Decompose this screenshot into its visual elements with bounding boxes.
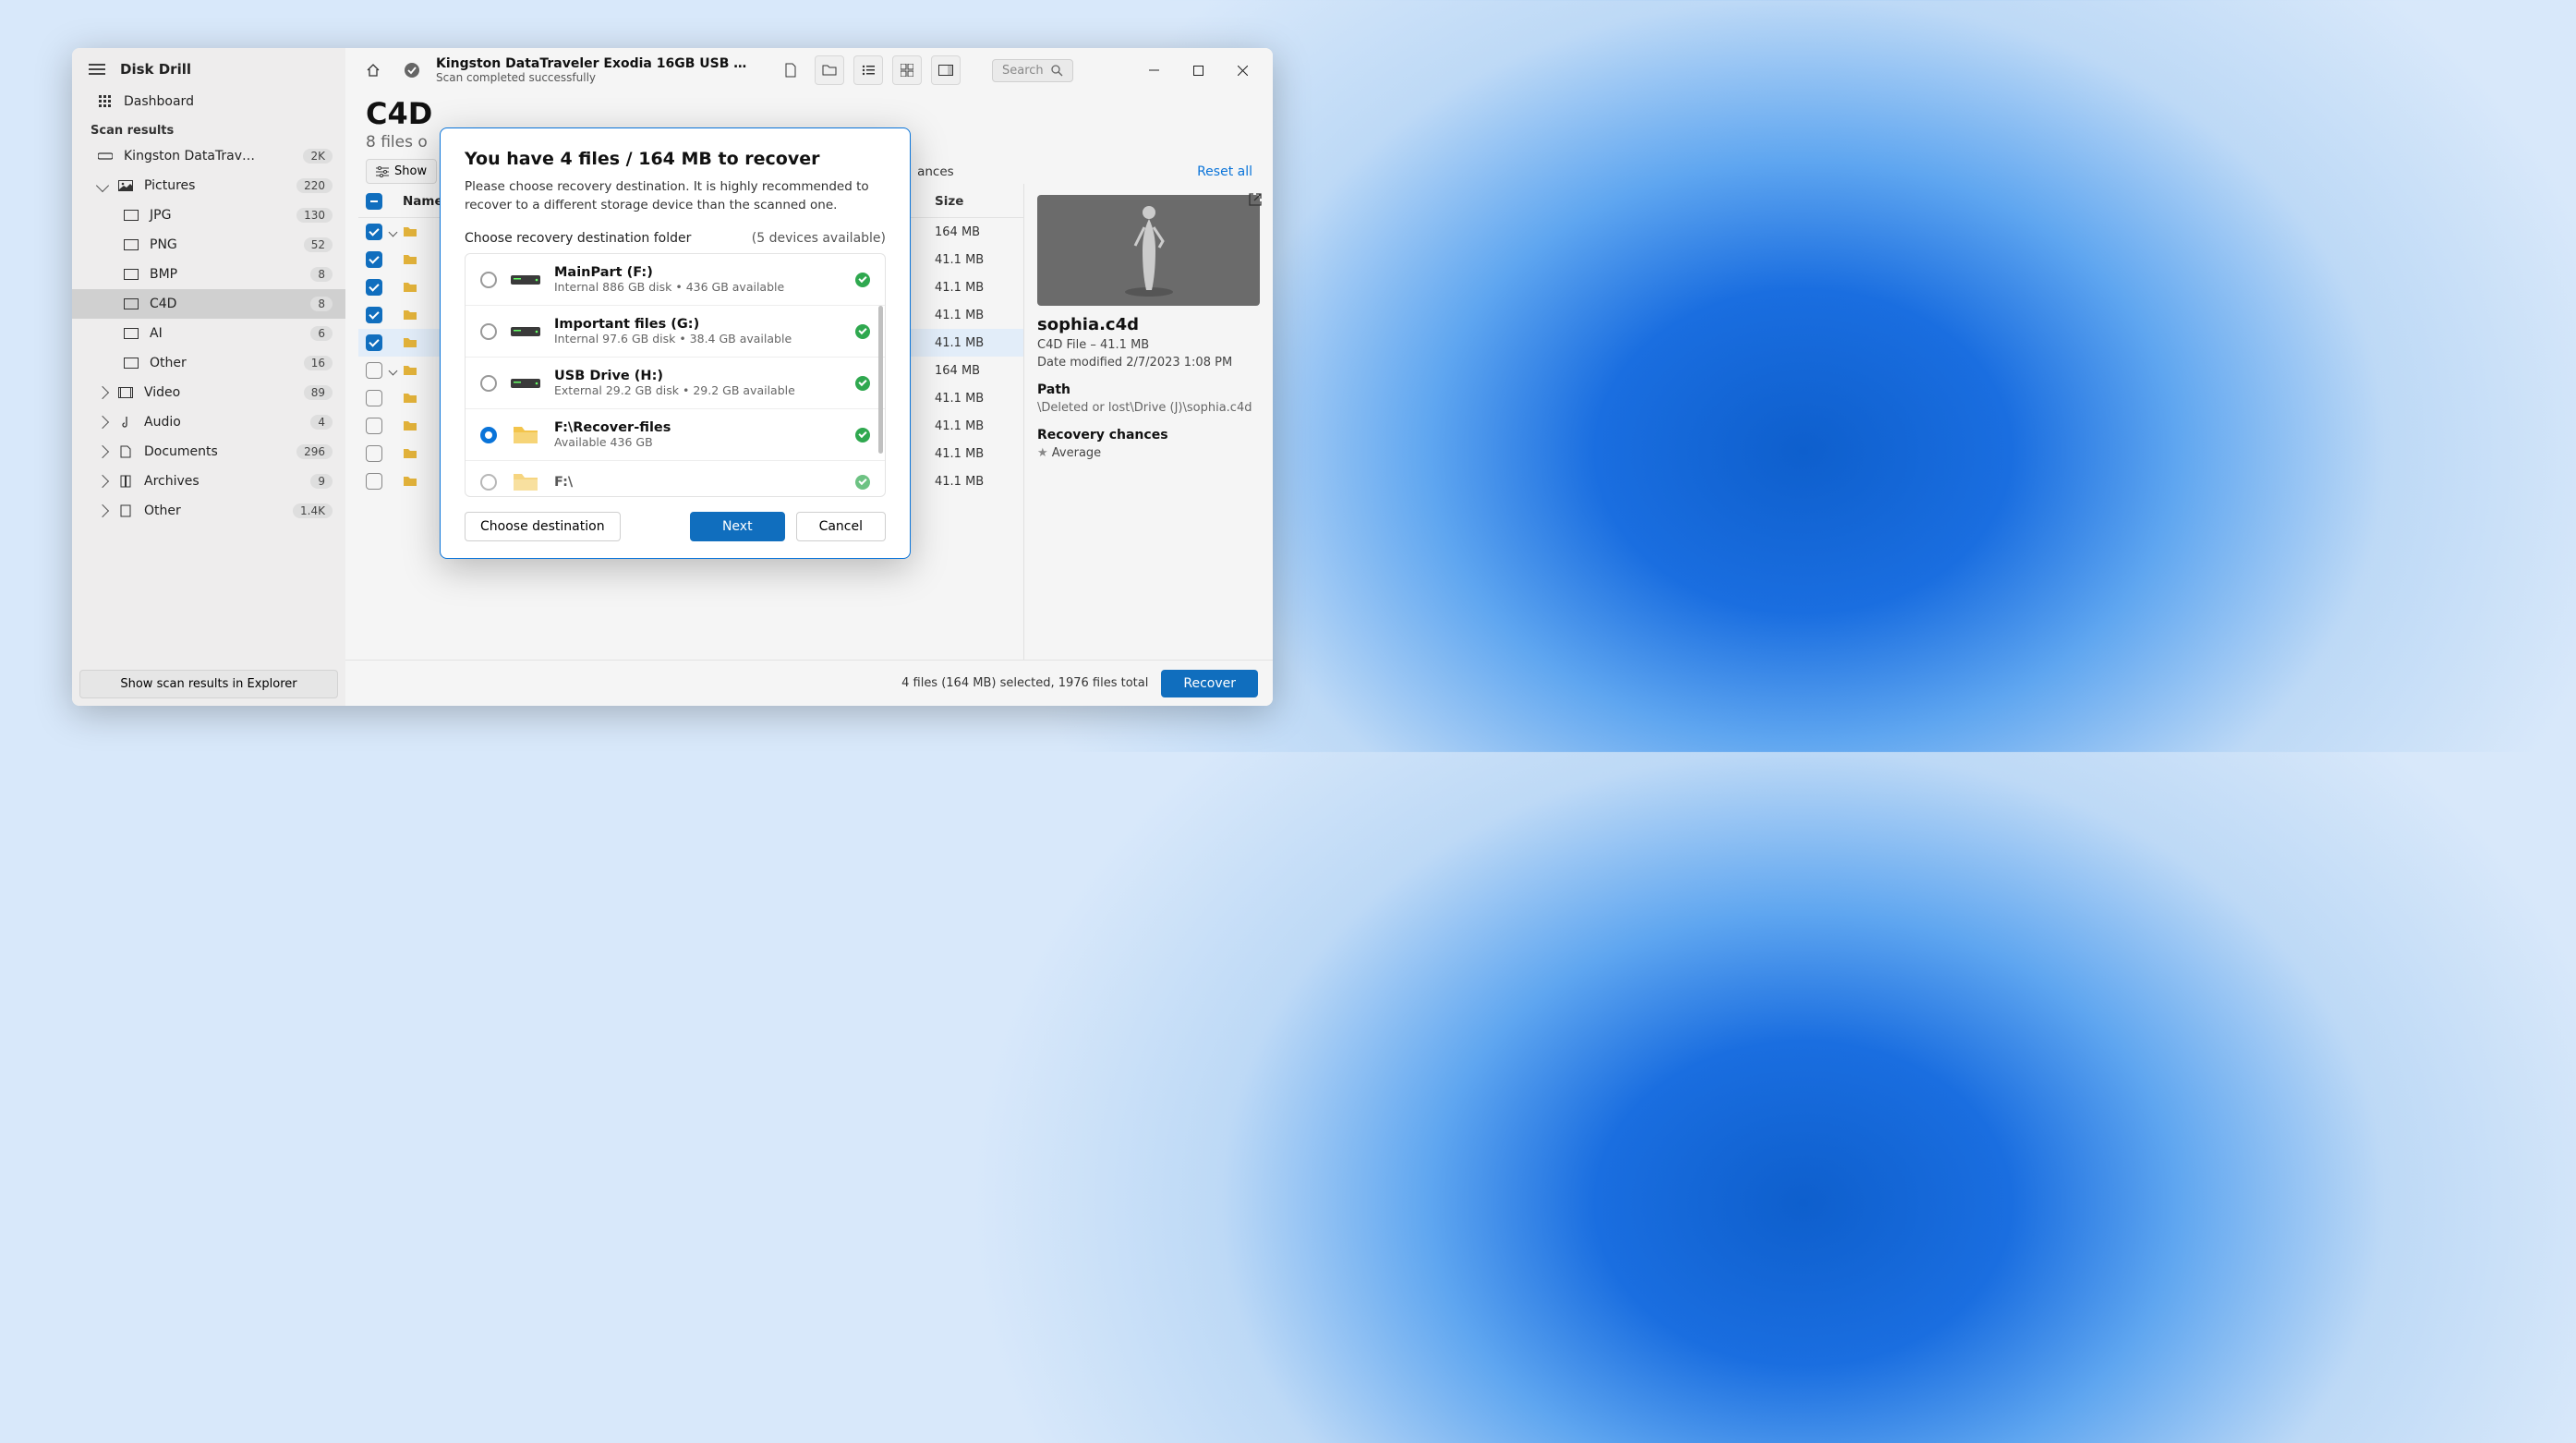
hard-drive-icon bbox=[510, 373, 541, 394]
folder-icon bbox=[510, 472, 541, 492]
destination-name: F:\Recover-files bbox=[554, 420, 842, 435]
modal-title: You have 4 files / 164 MB to recover bbox=[465, 149, 886, 169]
destination-name: USB Drive (H:) bbox=[554, 369, 842, 383]
destination-radio[interactable] bbox=[480, 427, 497, 443]
destination-item[interactable]: Important files (G:)Internal 97.6 GB dis… bbox=[466, 306, 885, 358]
check-ok-icon bbox=[855, 273, 870, 287]
destination-item[interactable]: F:\Recover-filesAvailable 436 GB bbox=[466, 409, 885, 461]
destination-name: MainPart (F:) bbox=[554, 265, 842, 280]
check-ok-icon bbox=[855, 376, 870, 391]
recovery-destination-modal: You have 4 files / 164 MB to recover Ple… bbox=[440, 127, 911, 559]
scrollbar[interactable] bbox=[878, 306, 883, 454]
folder-icon bbox=[510, 425, 541, 445]
next-button[interactable]: Next bbox=[690, 512, 785, 541]
check-ok-icon bbox=[855, 475, 870, 490]
destination-item[interactable]: F:\ bbox=[466, 461, 885, 496]
destination-radio[interactable] bbox=[480, 323, 497, 340]
destination-item[interactable]: USB Drive (H:)External 29.2 GB disk • 29… bbox=[466, 358, 885, 409]
destination-detail: Available 436 GB bbox=[554, 435, 842, 449]
hard-drive-icon bbox=[510, 321, 541, 342]
destination-detail: External 29.2 GB disk • 29.2 GB availabl… bbox=[554, 383, 842, 397]
modal-subheading: Choose recovery destination folder bbox=[465, 231, 691, 246]
device-count: (5 devices available) bbox=[752, 231, 886, 246]
destination-radio[interactable] bbox=[480, 375, 497, 392]
destination-radio[interactable] bbox=[480, 272, 497, 288]
modal-description: Please choose recovery destination. It i… bbox=[465, 178, 886, 214]
app-window: Disk Drill Dashboard Scan results Kingst… bbox=[72, 48, 1273, 706]
destination-name: F:\ bbox=[554, 475, 842, 490]
hard-drive-icon bbox=[510, 270, 541, 290]
check-ok-icon bbox=[855, 428, 870, 443]
cancel-button[interactable]: Cancel bbox=[796, 512, 886, 541]
destination-item[interactable]: MainPart (F:)Internal 886 GB disk • 436 … bbox=[466, 254, 885, 306]
destination-radio[interactable] bbox=[480, 474, 497, 491]
destination-name: Important files (G:) bbox=[554, 317, 842, 332]
destination-detail: Internal 97.6 GB disk • 38.4 GB availabl… bbox=[554, 332, 842, 346]
check-ok-icon bbox=[855, 324, 870, 339]
destination-list: MainPart (F:)Internal 886 GB disk • 436 … bbox=[465, 253, 886, 497]
destination-detail: Internal 886 GB disk • 436 GB available bbox=[554, 280, 842, 294]
choose-destination-button[interactable]: Choose destination bbox=[465, 512, 621, 541]
